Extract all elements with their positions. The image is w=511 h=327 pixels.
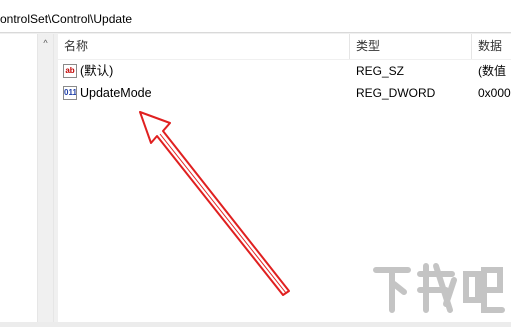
watermark-logo-icon xyxy=(373,263,505,313)
value-data: (数值 xyxy=(478,64,506,78)
value-data: 0x000 xyxy=(478,86,511,100)
watermark-logo xyxy=(370,260,505,322)
string-value-icon: ab xyxy=(63,64,77,78)
tree-scrollbar[interactable]: ^ xyxy=(37,34,54,322)
value-name: UpdateMode xyxy=(80,86,152,100)
column-header-type[interactable]: 类型 xyxy=(350,34,472,59)
list-item-default[interactable]: ab (默认) REG_SZ (数值 xyxy=(58,60,511,82)
value-type: REG_DWORD xyxy=(356,86,436,100)
value-name: (默认) xyxy=(80,64,114,78)
status-strip xyxy=(0,322,511,327)
address-path[interactable]: ontrolSet\Control\Update xyxy=(0,12,132,26)
address-bar[interactable]: ontrolSet\Control\Update xyxy=(0,0,511,33)
column-header-data[interactable]: 数据 xyxy=(472,34,511,59)
column-header-name[interactable]: 名称 xyxy=(58,34,350,59)
value-type: REG_SZ xyxy=(356,64,405,78)
dword-value-icon: 011 xyxy=(63,86,77,100)
list-item-updatemode[interactable]: 011 UpdateMode REG_DWORD 0x000 xyxy=(58,82,511,104)
key-tree-pane[interactable] xyxy=(0,34,37,322)
scroll-up-arrow-icon[interactable]: ^ xyxy=(38,36,53,50)
